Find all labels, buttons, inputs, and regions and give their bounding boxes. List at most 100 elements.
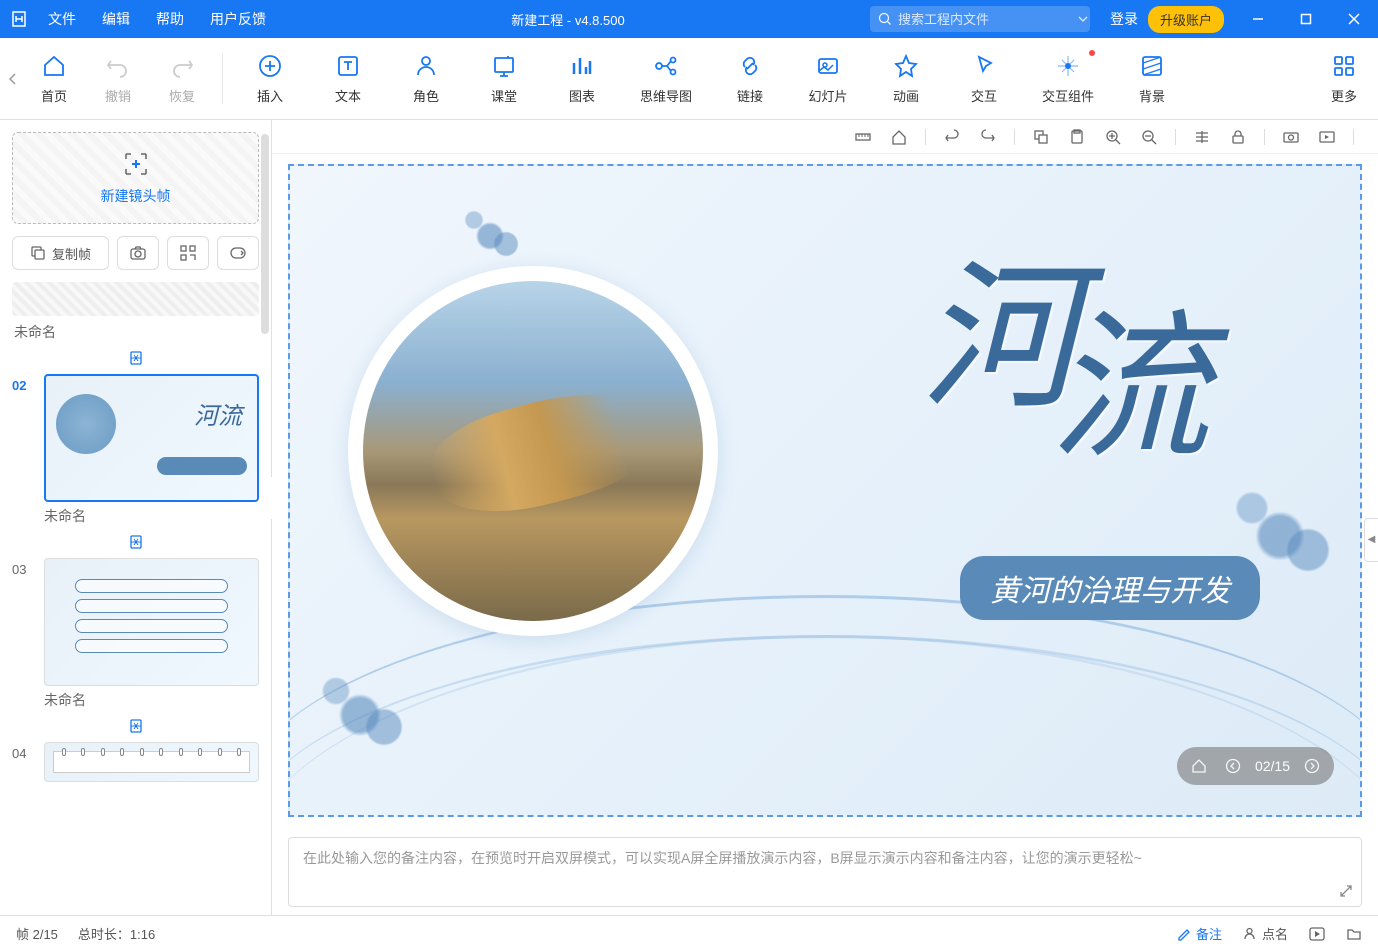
component-button[interactable]: 交互组件 bbox=[1023, 44, 1113, 113]
slide-button[interactable]: 幻灯片 bbox=[789, 44, 867, 113]
bg-label: 背景 bbox=[1139, 86, 1165, 105]
role-button[interactable]: 角色 bbox=[387, 44, 465, 113]
animation-button[interactable]: 动画 bbox=[867, 44, 945, 113]
chevron-down-icon[interactable] bbox=[1078, 16, 1088, 22]
qr-button[interactable] bbox=[167, 236, 209, 270]
search-box[interactable] bbox=[870, 6, 1090, 32]
slide-label-2: 未命名 bbox=[44, 506, 259, 526]
chart-button[interactable]: 图表 bbox=[543, 44, 621, 113]
window-title: 新建工程 - v4.8.500 bbox=[276, 10, 860, 29]
ruler-icon[interactable] bbox=[853, 127, 873, 147]
login-link[interactable]: 登录 bbox=[1110, 9, 1138, 29]
search-input[interactable] bbox=[898, 12, 1074, 27]
expand-icon[interactable] bbox=[1339, 884, 1353, 898]
copy-small-icon[interactable] bbox=[1031, 127, 1051, 147]
canvas-viewport[interactable]: 河流 黄河的治理与开发 02/15 bbox=[272, 154, 1378, 837]
export-button[interactable] bbox=[1346, 926, 1362, 942]
duration-label: 总时长：1:16 bbox=[78, 924, 155, 943]
camera-small-icon[interactable] bbox=[1281, 127, 1301, 147]
decorative-splash bbox=[300, 655, 420, 775]
link-label: 链接 bbox=[737, 86, 763, 105]
link-icon bbox=[736, 52, 764, 80]
mindmap-button[interactable]: 思维导图 bbox=[621, 44, 711, 113]
menu-feedback[interactable]: 用户反馈 bbox=[200, 5, 276, 33]
loop-button[interactable] bbox=[217, 236, 259, 270]
rollcall-button[interactable]: 点名 bbox=[1242, 924, 1288, 943]
interact-button[interactable]: 交互 bbox=[945, 44, 1023, 113]
lock-icon[interactable] bbox=[1228, 127, 1248, 147]
right-panel-handle[interactable]: ◀ bbox=[1364, 518, 1378, 562]
undo-button[interactable]: 撤销 bbox=[86, 44, 150, 113]
loop-icon bbox=[229, 244, 247, 262]
pointer-icon bbox=[970, 52, 998, 80]
window-controls bbox=[1234, 0, 1378, 38]
menu-help[interactable]: 帮助 bbox=[146, 5, 194, 33]
rollcall-label: 点名 bbox=[1262, 924, 1288, 943]
close-button[interactable] bbox=[1330, 0, 1378, 38]
slide-thumb-03[interactable]: 03 bbox=[12, 558, 259, 686]
undo-label: 撤销 bbox=[105, 86, 131, 105]
background-button[interactable]: 背景 bbox=[1113, 44, 1191, 113]
slide-thumb-04[interactable]: 04 bbox=[12, 742, 259, 782]
upgrade-button[interactable]: 升级账户 bbox=[1148, 6, 1224, 33]
notes-label: 备注 bbox=[1196, 924, 1222, 943]
role-label: 角色 bbox=[413, 86, 439, 105]
chart-label: 图表 bbox=[569, 86, 595, 105]
nav-home-icon[interactable] bbox=[1187, 754, 1211, 778]
slides-sidebar: 新建镜头帧 复制帧 未命名 02 bbox=[0, 120, 272, 915]
align-icon[interactable] bbox=[1192, 127, 1212, 147]
slide-nav-overlay: 02/15 bbox=[1177, 747, 1334, 785]
component-label: 交互组件 bbox=[1042, 86, 1094, 105]
more-label: 更多 bbox=[1331, 86, 1357, 105]
app-icon bbox=[0, 10, 38, 28]
preview-icon[interactable] bbox=[1317, 127, 1337, 147]
anim-label: 动画 bbox=[893, 86, 919, 105]
qr-icon bbox=[179, 244, 197, 262]
nav-next-icon[interactable] bbox=[1300, 754, 1324, 778]
menu-edit[interactable]: 编辑 bbox=[92, 5, 140, 33]
scrollbar-thumb[interactable] bbox=[261, 134, 269, 334]
nav-prev-icon[interactable] bbox=[1221, 754, 1245, 778]
plus-circle-icon bbox=[256, 52, 284, 80]
maximize-button[interactable] bbox=[1282, 0, 1330, 38]
collapse-left-icon[interactable] bbox=[4, 49, 22, 109]
thumb-title: 河流 bbox=[194, 396, 242, 431]
undo-small-icon[interactable] bbox=[942, 127, 962, 147]
divider bbox=[222, 54, 223, 104]
slide-icon bbox=[814, 52, 842, 80]
link-button[interactable]: 链接 bbox=[711, 44, 789, 113]
notes-toggle[interactable]: 备注 bbox=[1176, 924, 1222, 943]
home-small-icon[interactable] bbox=[889, 127, 909, 147]
undo-icon bbox=[104, 52, 132, 80]
text-button[interactable]: 文本 bbox=[309, 44, 387, 113]
play-button[interactable] bbox=[1308, 925, 1326, 943]
redo-small-icon[interactable] bbox=[978, 127, 998, 147]
paste-small-icon[interactable] bbox=[1067, 127, 1087, 147]
folder-icon bbox=[1346, 926, 1362, 942]
redo-label: 恢复 bbox=[169, 86, 195, 105]
zoom-out-icon[interactable] bbox=[1139, 127, 1159, 147]
slide-subtitle-badge: 黄河的治理与开发 bbox=[960, 556, 1260, 620]
minimize-button[interactable] bbox=[1234, 0, 1282, 38]
redo-button[interactable]: 恢复 bbox=[150, 44, 214, 113]
copy-frame-label: 复制帧 bbox=[52, 244, 91, 263]
edit-icon bbox=[1176, 926, 1191, 941]
slide-canvas[interactable]: 河流 黄河的治理与开发 02/15 bbox=[288, 164, 1362, 817]
zoom-in-icon[interactable] bbox=[1103, 127, 1123, 147]
toolbar: 首页 撤销 恢复 插入 文本 角色 课堂 图表 bbox=[0, 38, 1378, 120]
main-area: 新建镜头帧 复制帧 未命名 02 bbox=[0, 120, 1378, 915]
slide-number: 02 bbox=[12, 374, 36, 502]
notes-panel[interactable]: 在此处输入您的备注内容，在预览时开启双屏模式，可以实现A屏全屏播放演示内容，B屏… bbox=[288, 837, 1362, 907]
slide-thumb-02[interactable]: 02 河流 bbox=[12, 374, 259, 502]
home-button[interactable]: 首页 bbox=[22, 44, 86, 113]
separator bbox=[1175, 129, 1176, 145]
insert-button[interactable]: 插入 bbox=[231, 44, 309, 113]
copy-frame-button[interactable]: 复制帧 bbox=[12, 236, 109, 270]
menu-file[interactable]: 文件 bbox=[38, 5, 86, 33]
class-button[interactable]: 课堂 bbox=[465, 44, 543, 113]
camera-button[interactable] bbox=[117, 236, 159, 270]
new-frame-button[interactable]: 新建镜头帧 bbox=[12, 132, 259, 224]
more-button[interactable]: 更多 bbox=[1314, 44, 1374, 113]
sidebar-actions: 复制帧 bbox=[12, 236, 259, 270]
selection-corner-tl bbox=[288, 164, 302, 178]
